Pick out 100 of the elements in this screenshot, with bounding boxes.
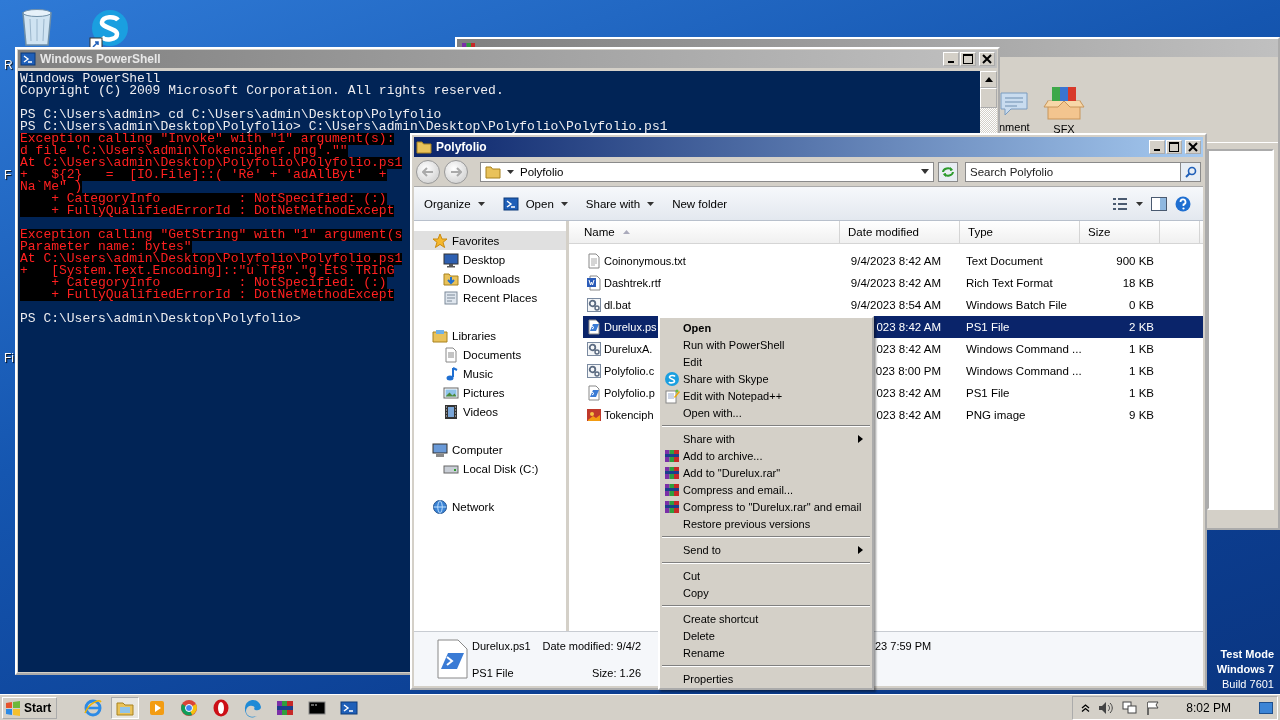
minimize-button[interactable] [1149,140,1165,154]
document-icon [443,346,459,363]
column-header[interactable]: Date modified [840,221,960,243]
desktop-icon-label: F [4,168,12,182]
show-desktop-icon [1259,701,1273,714]
maximize-button[interactable] [960,52,976,66]
document-icon [586,275,602,291]
menu-item[interactable]: Add to archive... [661,447,871,464]
file-name[interactable]: Tokenciph [604,409,654,421]
logo-icon [5,699,21,716]
forward-button[interactable] [444,159,468,184]
search-field[interactable]: Search Polyfolio [965,161,1181,182]
file-name[interactable]: Polyfolio.p [604,387,655,399]
network-icon [1122,700,1139,715]
column-header[interactable]: Name [569,221,840,243]
view-options-icon [1112,196,1128,211]
menu-item[interactable]: Edit with Notepad++ [661,387,871,404]
globe-icon [432,498,448,515]
nav-item[interactable]: Desktop [414,250,566,269]
nav-item[interactable]: Music [414,364,566,383]
menu-item[interactable]: Send to [661,541,871,558]
nav-item[interactable]: Local Disk (C:) [414,459,566,478]
refresh-icon [941,165,955,178]
menu-item[interactable]: Compress and email... [661,481,871,498]
menu-item[interactable]: Copy [661,584,871,601]
gear-file-icon [586,363,602,379]
table-cell: 023 8:42 AM [876,409,941,421]
script-file-icon [586,319,602,335]
scroll-up-button[interactable] [980,71,997,88]
books-icon [664,447,680,464]
menu-item[interactable]: Edit [661,353,871,370]
maximize-icon [1169,142,1179,152]
script-file-icon [586,385,602,401]
clock[interactable]: 8:02 PM [1186,700,1231,715]
address-bar[interactable]: Polyfolio [480,161,934,182]
powershell-icon [20,51,36,67]
caret-icon [507,169,514,174]
toolbar-button[interactable]: New folder [666,194,734,213]
minimize-button[interactable] [943,52,959,66]
close-button[interactable] [979,52,995,66]
column-header[interactable]: Size [1080,221,1160,243]
table-cell: PNG image [966,409,1026,421]
nav-item[interactable]: Computer [414,440,566,459]
nav-item[interactable]: Libraries [414,326,566,345]
file-name[interactable]: Dashtrek.rtf [604,277,661,289]
list-icon [443,289,459,306]
refresh-button[interactable] [938,161,958,182]
menu-item[interactable]: Delete [661,627,871,644]
table-cell: 1 KB [1129,387,1154,399]
column-header[interactable]: Type [960,221,1080,243]
scrollbar[interactable] [980,71,997,133]
menu-item[interactable]: Rename [661,644,871,661]
menu-item[interactable]: Cut [661,567,871,584]
menu-item[interactable]: Create shortcut [661,610,871,627]
menu-item[interactable]: Compress to "Durelux.rar" and email [661,498,871,515]
table-cell: 9/4/2023 8:42 AM [850,255,941,267]
file-name[interactable]: DureluxA. [604,343,653,355]
menu-item[interactable]: Properties [661,670,871,687]
details-text: Size: 1.26 [591,666,641,679]
menu-item[interactable]: Open [661,319,871,336]
file-name[interactable]: Durelux.ps [604,321,657,333]
nav-item[interactable]: Downloads [414,269,566,288]
nav-item[interactable]: Videos [414,402,566,421]
nav-item[interactable]: Recent Places [414,288,566,307]
file-name[interactable]: Polyfolio.c [604,365,655,377]
nav-item[interactable]: Documents [414,345,566,364]
toolbar-button[interactable]: Share with [579,194,661,213]
toolbar-button[interactable]: Organize [418,194,491,213]
monitor-icon [443,251,459,268]
table-cell: 023 8:42 AM [876,343,941,355]
close-button[interactable] [1185,140,1201,154]
table-cell: Rich Text Format [966,277,1053,289]
menu-item[interactable]: Open with... [661,404,871,421]
nav-item[interactable]: Pictures [414,383,566,402]
maximize-button[interactable] [1166,140,1182,154]
up-arrow-icon [984,77,993,82]
file-name[interactable]: dl.bat [604,299,631,311]
image-file-icon [586,407,602,423]
search-button[interactable] [1181,161,1201,182]
details-text: Date modified: 9/4/2 [541,639,641,652]
menu-item[interactable]: Share with Skype [661,370,871,387]
menu-item[interactable]: Add to "Durelux.rar" [661,464,871,481]
test-mode-text: Build 7601 [1222,677,1274,692]
menu-item[interactable]: Run with PowerShell [661,336,871,353]
toolbar-button[interactable]: Open [496,192,574,215]
menu-item[interactable]: Share with [661,430,871,447]
star-icon [432,232,448,249]
breadcrumb-item[interactable]: Polyfolio [520,165,564,178]
table-cell: 023 8:42 AM [876,321,941,333]
start-button[interactable]: Start [2,696,58,719]
help-icon [1175,195,1191,212]
flag-icon [1146,700,1161,715]
scrollbar-thumb[interactable] [980,88,997,108]
file-name[interactable]: Coinonymous.txt [604,255,686,267]
table-cell: PS1 File [966,387,1010,399]
nav-item[interactable]: Favorites [414,231,566,250]
toolbar-button[interactable]: SFX [1041,83,1087,135]
menu-item[interactable]: Restore previous versions [661,515,871,532]
nav-item[interactable]: Network [414,497,566,516]
toolbar-button[interactable]: nment [999,83,1035,133]
